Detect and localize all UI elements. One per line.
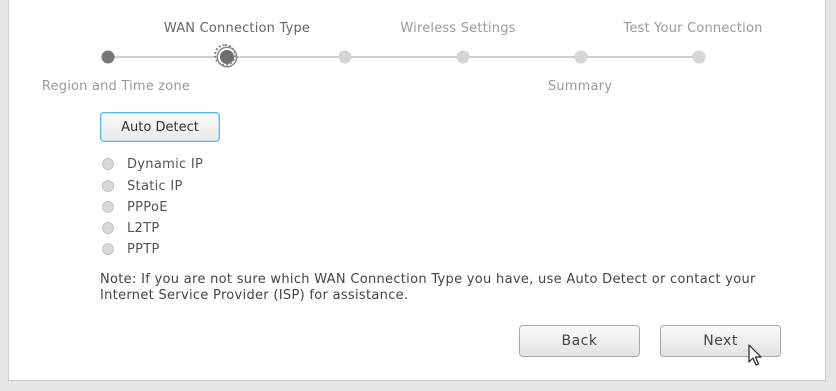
radio-label: Static IP (127, 178, 183, 194)
radio-label: PPTP (127, 241, 160, 257)
step-label-region-time-zone: Region and Time zone (41, 79, 191, 94)
radio-option-l2tp[interactable]: L2TP (102, 219, 160, 237)
radio-label: L2TP (127, 220, 160, 236)
step-dot-3 (338, 50, 352, 64)
mouse-pointer-icon (748, 344, 762, 366)
step-dot-wan-current (214, 44, 236, 66)
step-dot-region (101, 50, 115, 64)
back-button[interactable]: Back (519, 325, 640, 357)
radio-option-pptp[interactable]: PPTP (102, 240, 160, 258)
note-prefix: Note: (100, 272, 137, 287)
help-note: Note: If you are not sure which WAN Conn… (100, 272, 800, 304)
step-dot-summary (574, 50, 588, 64)
radio-button[interactable] (102, 243, 114, 255)
step-dot-test (692, 50, 706, 64)
step-label-summary: Summary (547, 79, 613, 94)
radio-button[interactable] (102, 158, 114, 170)
radio-button[interactable] (102, 201, 114, 213)
radio-option-pppoe[interactable]: PPPoE (102, 198, 168, 216)
radio-option-dynamic-ip[interactable]: Dynamic IP (102, 155, 203, 173)
radio-label: PPPoE (127, 199, 168, 215)
step-label-test-connection: Test Your Connection (623, 21, 763, 36)
radio-button[interactable] (102, 222, 114, 234)
auto-detect-button[interactable]: Auto Detect (100, 112, 220, 142)
radio-button[interactable] (102, 180, 114, 192)
radio-option-static-ip[interactable]: Static IP (102, 177, 183, 195)
progress-track (108, 56, 700, 58)
note-text: If you are not sure which WAN Connection… (100, 272, 756, 303)
step-dot-wireless (456, 50, 470, 64)
radio-label: Dynamic IP (127, 156, 204, 172)
step-label-wan-connection-type: WAN Connection Type (163, 21, 311, 36)
step-label-wireless-settings: Wireless Settings (400, 21, 516, 36)
